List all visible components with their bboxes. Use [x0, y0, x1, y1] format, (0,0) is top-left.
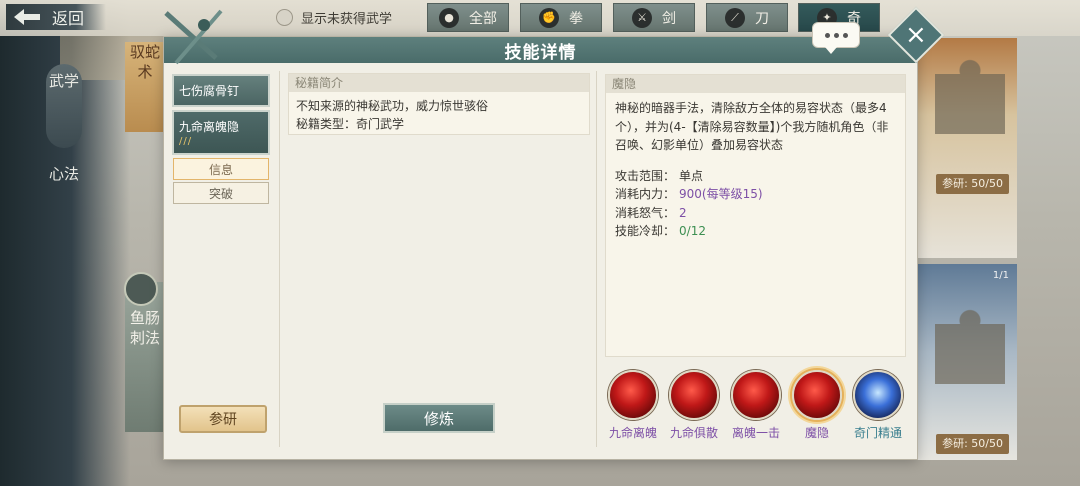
skill-icon-label: 魔隐: [804, 426, 829, 440]
stat-value: 900(每等级15): [679, 187, 763, 201]
skill-icon-label: 离魄一击: [731, 426, 780, 440]
background-skill-card-right: 1/1 参研: 50/50: [912, 264, 1017, 460]
tab-sword-label: 剑: [662, 10, 676, 27]
stat-row: 消耗怒气： 2: [615, 204, 896, 223]
blue-figure-icon: [853, 370, 903, 420]
bag-icon: ●: [439, 7, 459, 28]
dot-icon: [833, 32, 839, 38]
tab-all-label: 全部: [469, 10, 497, 27]
skill-icons-row: 九命离魄 九命俱散 离魄一击 魔隐 奇门精通: [605, 370, 910, 450]
skill-name: 九命离魄隐: [179, 120, 240, 134]
close-icon: ×: [905, 19, 927, 50]
divider: [279, 71, 280, 447]
sword-icon: ⚔: [632, 7, 652, 28]
detail-header: 魔隐: [606, 75, 905, 93]
stat-row: 技能冷却： 0/12: [615, 222, 896, 241]
info-button[interactable]: 信息: [173, 158, 269, 180]
back-arrow-icon: [14, 9, 40, 25]
practice-button[interactable]: 修炼: [383, 403, 495, 433]
skill-description: 神秘的暗器手法，清除敌方全体的易容状态（最多4个），并为(4-【清除易容数量】)…: [615, 101, 889, 152]
stat-label: 技能冷却：: [615, 224, 676, 238]
warrior-silhouette: [935, 304, 1005, 414]
skill-icon-label: 奇门精通: [853, 426, 902, 440]
book-count: 1/1: [992, 270, 1009, 281]
stat-value: 2: [679, 205, 687, 220]
tab-fist[interactable]: ✊ 拳: [520, 3, 602, 32]
modal-title: 技能详情: [504, 42, 577, 63]
research-progress-tag: 参研: 50/50: [936, 434, 1009, 454]
red-demon-icon: [608, 370, 658, 420]
warrior-silhouette: [935, 54, 1005, 164]
stat-row: 消耗内力： 900(每等级15): [615, 185, 896, 204]
stat-label: 消耗怒气：: [615, 205, 676, 220]
tab-blade-label: 刀: [755, 10, 769, 27]
tab-blade[interactable]: ⟋ 刀: [706, 3, 788, 32]
skill-item[interactable]: 七伤腐骨钉: [172, 74, 270, 107]
skill-detail-panel: 魔隐 神秘的暗器手法，清除敌方全体的易容状态（最多4个），并为(4-【清除易容数…: [605, 74, 906, 357]
dot-icon: [824, 32, 830, 38]
skill-icon-label: 九命俱散: [669, 426, 718, 440]
stat-value: 单点: [679, 168, 704, 183]
intro-type-label: 秘籍类型：: [296, 117, 357, 131]
stat-row: 攻击范围： 单点: [615, 167, 896, 186]
breakthrough-button[interactable]: 突破: [173, 182, 269, 204]
intro-type-row: 秘籍类型：奇门武学: [296, 115, 582, 133]
intro-panel: 秘籍简介 不知来源的神秘武功，威力惊世骇俗 秘籍类型：奇门武学: [288, 73, 590, 135]
checkbox-icon[interactable]: [276, 9, 293, 26]
red-strike-icon: [731, 370, 781, 420]
stat-value: 0/12: [679, 224, 706, 238]
blade-icon: ⟋: [725, 7, 745, 28]
red-vortex-icon: [792, 370, 842, 420]
back-button[interactable]: 返回: [6, 4, 106, 30]
skill-detail-modal: 技能详情 × 七伤腐骨钉 九命离魄隐 /// 信息 突破 参研 秘籍简介 不知来…: [163, 6, 945, 460]
divider: [596, 71, 597, 447]
tab-all[interactable]: ● 全部: [427, 3, 509, 32]
skill-list: 七伤腐骨钉 九命离魄隐 /// 信息 突破: [172, 74, 272, 206]
level-marks: ///: [179, 136, 193, 147]
skill-name: 七伤腐骨钉: [179, 84, 240, 98]
show-unobtained-label: 显示未获得武学: [301, 12, 393, 27]
shuriken-icon: [124, 272, 158, 306]
skill-icon-label: 九命离魄: [608, 426, 657, 440]
stat-label: 攻击范围：: [615, 168, 676, 183]
research-progress-tag: 参研: 50/50: [936, 174, 1009, 194]
skill-icon-button[interactable]: 离魄一击: [728, 370, 784, 441]
skill-icon-button[interactable]: 九命俱散: [666, 370, 722, 441]
intro-type-value: 奇门武学: [356, 117, 405, 131]
tab-xinfa[interactable]: 心法: [46, 165, 82, 184]
skill-icon-button[interactable]: 奇门精通: [850, 370, 906, 441]
show-unobtained-toggle[interactable]: 显示未获得武学: [276, 8, 392, 27]
dot-icon: [842, 32, 848, 38]
skill-icon-button[interactable]: 九命离魄: [605, 370, 661, 441]
red-skull-icon: [669, 370, 719, 420]
practice-label: 修炼: [423, 409, 454, 428]
research-label: 参研: [209, 412, 237, 428]
tab-wuxue[interactable]: 武学: [46, 64, 82, 148]
info-label: 信息: [208, 162, 233, 177]
skill-item-selected[interactable]: 九命离魄隐 ///: [172, 110, 270, 155]
intro-header: 秘籍简介: [289, 74, 589, 92]
tab-sword[interactable]: ⚔ 剑: [613, 3, 695, 32]
tab-xinfa-label: 心法: [48, 165, 79, 183]
tab-fist-label: 拳: [569, 10, 583, 27]
sword-ornament-icon: [164, 9, 223, 65]
breakthrough-label: 突破: [208, 186, 233, 201]
skill-icon-button-selected[interactable]: 魔隐: [789, 370, 845, 441]
modal-header: 技能详情: [164, 37, 917, 63]
research-button[interactable]: 参研: [179, 405, 267, 433]
back-label: 返回: [52, 9, 85, 28]
chat-bubble-button[interactable]: [812, 22, 860, 54]
fist-icon: ✊: [539, 7, 559, 28]
stat-label: 消耗内力：: [615, 187, 676, 201]
background-skill-card-right: 参研: 50/50: [912, 38, 1017, 258]
intro-text: 不知来源的神秘武功，威力惊世骇俗: [296, 99, 489, 113]
tab-wuxue-label: 武学: [48, 72, 79, 90]
